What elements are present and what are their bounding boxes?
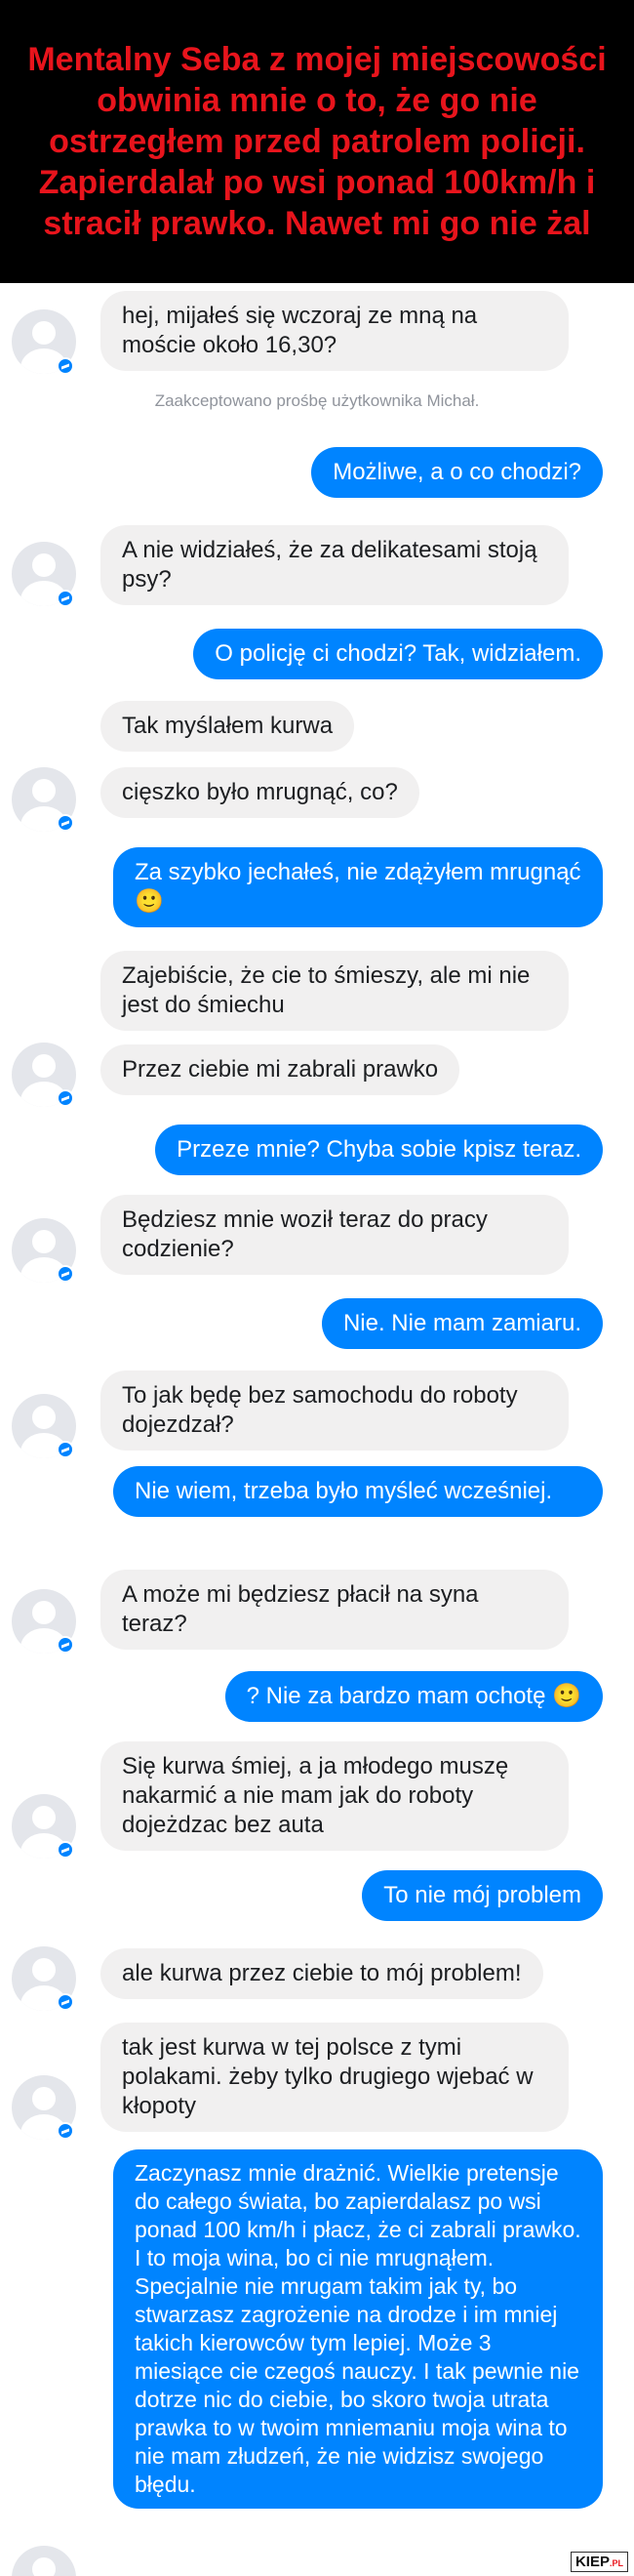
messenger-icon [57, 1993, 74, 2011]
message-incoming: cięszko było mrugnąć, co? [100, 767, 419, 818]
messenger-icon [57, 357, 74, 375]
messenger-icon [57, 2122, 74, 2140]
system-note: Zaakceptowano prośbę użytkownika Michał. [154, 391, 480, 410]
message-incoming: A może mi będziesz płacił na syna teraz? [100, 1570, 569, 1650]
message-incoming: Będziesz mnie woził teraz do pracy codzi… [100, 1195, 569, 1275]
message-incoming: A nie widziałeś, że za delikatesami stoj… [100, 525, 569, 605]
avatar[interactable] [12, 2546, 76, 2576]
header-banner: Mentalny Seba z mojej miejscowości obwin… [0, 0, 634, 283]
message-outgoing: Za szybko jechałeś, nie zdążyłem mrugnąć… [113, 847, 603, 927]
messenger-icon [57, 1089, 74, 1107]
messenger-icon [57, 814, 74, 832]
message-incoming: Tak myślałem kurwa [100, 701, 355, 752]
message-incoming: To jak będę bez samochodu do roboty doje… [100, 1370, 569, 1451]
messenger-icon [57, 1841, 74, 1859]
messenger-icon [57, 1265, 74, 1283]
message-incoming: ale kurwa przez ciebie to mój problem! [100, 1948, 543, 1999]
message-outgoing: Możliwe, a o co chodzi? [311, 447, 603, 498]
messenger-icon [57, 590, 74, 607]
message-outgoing: ? Nie za bardzo mam ochotę 🙂 [224, 1671, 603, 1722]
message-outgoing: To nie mój problem [362, 1870, 603, 1921]
message-incoming: Zajebiście, że cie to śmieszy, ale mi ni… [100, 951, 569, 1031]
messenger-icon [57, 1441, 74, 1458]
messenger-icon [57, 1636, 74, 1654]
message-incoming: tak jest kurwa w tej polsce z tymi polak… [100, 2023, 569, 2132]
message-outgoing: Nie. Nie mam zamiaru. [321, 1298, 603, 1349]
message-outgoing: Nie wiem, trzeba było myśleć wcześniej. [113, 1466, 603, 1517]
chat-thread: hej, mijałeś się wczoraj ze mną na mości… [0, 283, 634, 2576]
message-incoming: hej, mijałeś się wczoraj ze mną na mości… [100, 291, 569, 371]
message-incoming: Się kurwa śmiej, a ja młodego muszę naka… [100, 1741, 569, 1851]
message-incoming: Przez ciebie mi zabrali prawko [100, 1044, 460, 1095]
message-outgoing: Przeze mnie? Chyba sobie kpisz teraz. [155, 1124, 603, 1175]
header-caption: Mentalny Seba z mojej miejscowości obwin… [27, 41, 607, 242]
message-outgoing: Zaczynasz mnie drażnić. Wielkie pretensj… [113, 2149, 603, 2509]
message-outgoing: O policję ci chodzi? Tak, widziałem. [193, 629, 603, 679]
site-watermark: KIEP.PL [570, 2552, 628, 2572]
